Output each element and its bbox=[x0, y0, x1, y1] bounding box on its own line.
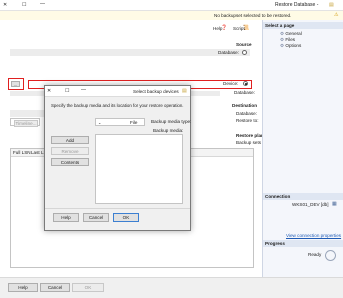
dialog-title: Select backup devices bbox=[133, 89, 179, 94]
chevron-down-icon: ⌄ bbox=[98, 120, 102, 125]
media-list[interactable] bbox=[95, 134, 183, 204]
page-item-options[interactable]: ⚙ Options bbox=[280, 43, 301, 49]
page-item-label: Options bbox=[285, 43, 302, 48]
page-item-label: General bbox=[285, 31, 302, 36]
select-page-heading: Select a page bbox=[263, 22, 343, 29]
title-bar: ✕ ☐ — ▤ Restore Database - bbox=[0, 0, 343, 11]
source-heading: Source bbox=[236, 42, 252, 47]
dialog-close-button[interactable]: ✕ bbox=[47, 88, 51, 94]
radio-device[interactable] bbox=[243, 81, 248, 86]
connection-server: WKS01_DEV [db] bbox=[292, 202, 329, 207]
footer-bar: OK Cancel Help bbox=[0, 277, 343, 298]
add-button[interactable]: Add bbox=[51, 136, 89, 144]
window-minimize-button[interactable]: — bbox=[40, 1, 45, 7]
dialog-help-button[interactable]: Help bbox=[53, 213, 79, 222]
progress-heading: Progress bbox=[263, 240, 343, 247]
dialog-title-bar: ✕ ☐ — ▤ Select backup devices bbox=[45, 86, 190, 97]
database-row bbox=[10, 49, 250, 56]
media-label: Backup media: bbox=[153, 128, 184, 133]
window-close-button[interactable]: ✕ bbox=[3, 2, 7, 8]
warning-icon: ⚠ bbox=[334, 12, 339, 18]
restore-plan-heading: Restore plan bbox=[236, 133, 264, 138]
database-option-label: Database: bbox=[218, 50, 239, 55]
media-type-value: File bbox=[130, 120, 138, 125]
dialog-database-icon: ▤ bbox=[182, 88, 187, 94]
select-backup-devices-dialog: ✕ ☐ — ▤ Select backup devices Specify th… bbox=[44, 85, 191, 231]
media-type-label: Backup media type: bbox=[151, 119, 192, 124]
destination-heading: Destination bbox=[232, 103, 258, 108]
device-option-label: Device: bbox=[223, 81, 239, 86]
radio-database[interactable] bbox=[242, 50, 247, 55]
destination-database-label: Database: bbox=[236, 111, 257, 116]
progress-status: Ready bbox=[308, 252, 322, 257]
toolbar-script[interactable]: Script bbox=[233, 26, 245, 31]
database-icon: ▤ bbox=[329, 2, 334, 8]
view-connection-link[interactable]: View connection properties bbox=[286, 233, 341, 238]
browse-highlight: ... bbox=[8, 78, 24, 90]
dialog-description: Specify the backup media and its locatio… bbox=[51, 103, 184, 108]
page-item-label: Files bbox=[285, 37, 296, 42]
browse-button[interactable]: ... bbox=[11, 81, 20, 87]
contents-button[interactable]: Contents bbox=[51, 158, 89, 166]
window-title: Restore Database - bbox=[275, 2, 319, 8]
dialog-divider bbox=[45, 208, 190, 209]
right-pane bbox=[262, 20, 343, 277]
toolbar-help[interactable]: Help bbox=[213, 26, 222, 31]
warning-text: No backupset selected to be restored. bbox=[214, 13, 292, 18]
server-icon: ▦ bbox=[332, 201, 337, 207]
timeline-button[interactable]: Timeline... bbox=[14, 120, 38, 127]
wrench-icon: ⚙ bbox=[280, 37, 285, 42]
dialog-minimize-button[interactable]: — bbox=[81, 87, 86, 93]
cancel-button[interactable]: Cancel bbox=[40, 283, 70, 292]
remove-button[interactable]: Remove bbox=[51, 147, 89, 155]
window-maximize-button[interactable]: ☐ bbox=[22, 2, 26, 8]
wrench-icon: ⚙ bbox=[280, 31, 285, 36]
progress-spinner-icon bbox=[325, 250, 336, 261]
help-button[interactable]: Help bbox=[8, 283, 38, 292]
ok-button[interactable]: OK bbox=[72, 283, 104, 292]
source-database-label: Database: bbox=[234, 90, 255, 95]
dialog-ok-button[interactable]: OK bbox=[113, 213, 139, 222]
wrench-icon: ⚙ bbox=[280, 43, 285, 48]
connection-heading: Connection bbox=[263, 193, 343, 200]
dialog-maximize-button[interactable]: ☐ bbox=[65, 88, 69, 94]
media-type-select[interactable]: File ⌄ bbox=[95, 118, 145, 126]
column-full-lsn: Full LSN bbox=[13, 150, 31, 155]
restore-to-label: Restore to: bbox=[236, 118, 259, 123]
dialog-cancel-button[interactable]: Cancel bbox=[83, 213, 109, 222]
